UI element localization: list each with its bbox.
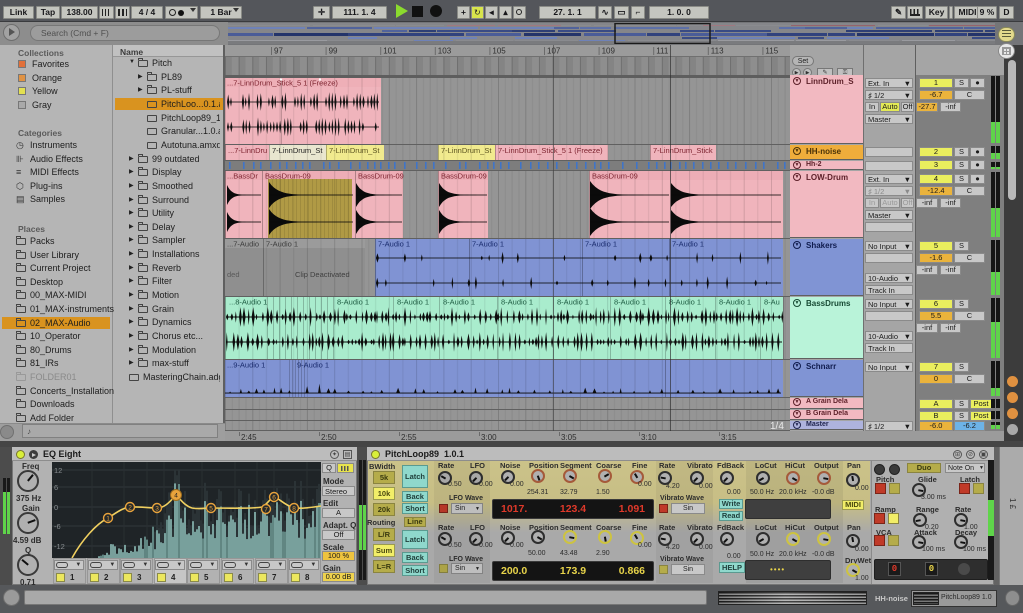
svg-text:8-Audio 1: 8-Audio 1 [669,298,701,307]
svg-text:8-Audio 1: 8-Audio 1 [501,298,533,307]
svg-text:0: 0 [54,503,58,512]
svg-text:7: 7 [264,507,268,514]
svg-text:BassDrum-09: BassDrum-09 [592,172,638,181]
svg-text:97: 97 [274,47,283,56]
svg-text:7-Audio 1: 7-Audio 1 [585,240,617,249]
svg-text:8-Audio 1: 8-Audio 1 [719,298,751,307]
svg-text:7-LinnDrum_Stick_5 1 (Freeze): 7-LinnDrum_Stick_5 1 (Freeze) [498,146,603,155]
svg-text:115: 115 [765,47,778,56]
svg-text:-12: -12 [54,542,65,551]
svg-text:105: 105 [492,47,506,56]
svg-text:6: 6 [54,483,58,492]
svg-text:113: 113 [711,47,724,56]
svg-text:109: 109 [602,47,616,56]
svg-text:BassDrum-09: BassDrum-09 [441,172,487,181]
svg-text:101: 101 [383,47,397,56]
svg-text:BassDrum-09: BassDrum-09 [358,172,404,181]
svg-text:8-Audio 1: 8-Audio 1 [443,298,475,307]
svg-text:111: 111 [656,47,669,56]
svg-text:Clip Deactivated: Clip Deactivated [295,270,350,279]
svg-text:4: 4 [174,493,178,500]
svg-text:5: 5 [209,506,213,513]
svg-text:ded: ded [227,270,240,279]
svg-text:8-Au: 8-Au [764,298,780,307]
svg-text:...BassDr: ...BassDr [227,172,258,181]
svg-text:12: 12 [54,466,62,475]
svg-text:2: 2 [128,505,132,512]
svg-text:...9-Audio 1: ...9-Audio 1 [227,361,265,370]
svg-text:3: 3 [155,506,159,513]
svg-text:8: 8 [292,506,296,513]
svg-text:8-Audio 1: 8-Audio 1 [397,298,429,307]
svg-text:...8-Audio 1: ...8-Audio 1 [229,298,267,307]
svg-text:1: 1 [106,516,110,523]
svg-text:7-Audio 1: 7-Audio 1 [672,240,704,249]
svg-text:7-LinnDrum_Stick: 7-LinnDrum_Stick [653,146,713,155]
svg-text:7-LinnDrum_St: 7-LinnDrum_St [329,146,380,155]
svg-text:7-Audio 1: 7-Audio 1 [378,240,410,249]
svg-text:8-Audio 1: 8-Audio 1 [337,298,369,307]
svg-text:-6: -6 [54,522,61,531]
svg-text:6: 6 [272,495,276,502]
svg-text:8-Audio 1: 8-Audio 1 [557,298,589,307]
svg-text:8-Audio 1: 8-Audio 1 [614,298,646,307]
svg-text:7-Audio 1: 7-Audio 1 [472,240,504,249]
svg-text:103: 103 [438,47,452,56]
svg-text:7-LinnDrum_St: 7-LinnDrum_St [441,146,492,155]
svg-text:7-LinnDrum_St: 7-LinnDrum_St [272,146,323,155]
svg-text:...7-Audio: ...7-Audio [227,240,259,249]
svg-text:99: 99 [329,47,338,56]
svg-text:...7-LinnDru: ...7-LinnDru [228,146,267,155]
svg-text:7-Audio 1: 7-Audio 1 [266,240,298,249]
svg-text:...7-LinnDrum_Stick_5 1 (Freez: ...7-LinnDrum_Stick_5 1 (Freeze) [227,79,338,88]
